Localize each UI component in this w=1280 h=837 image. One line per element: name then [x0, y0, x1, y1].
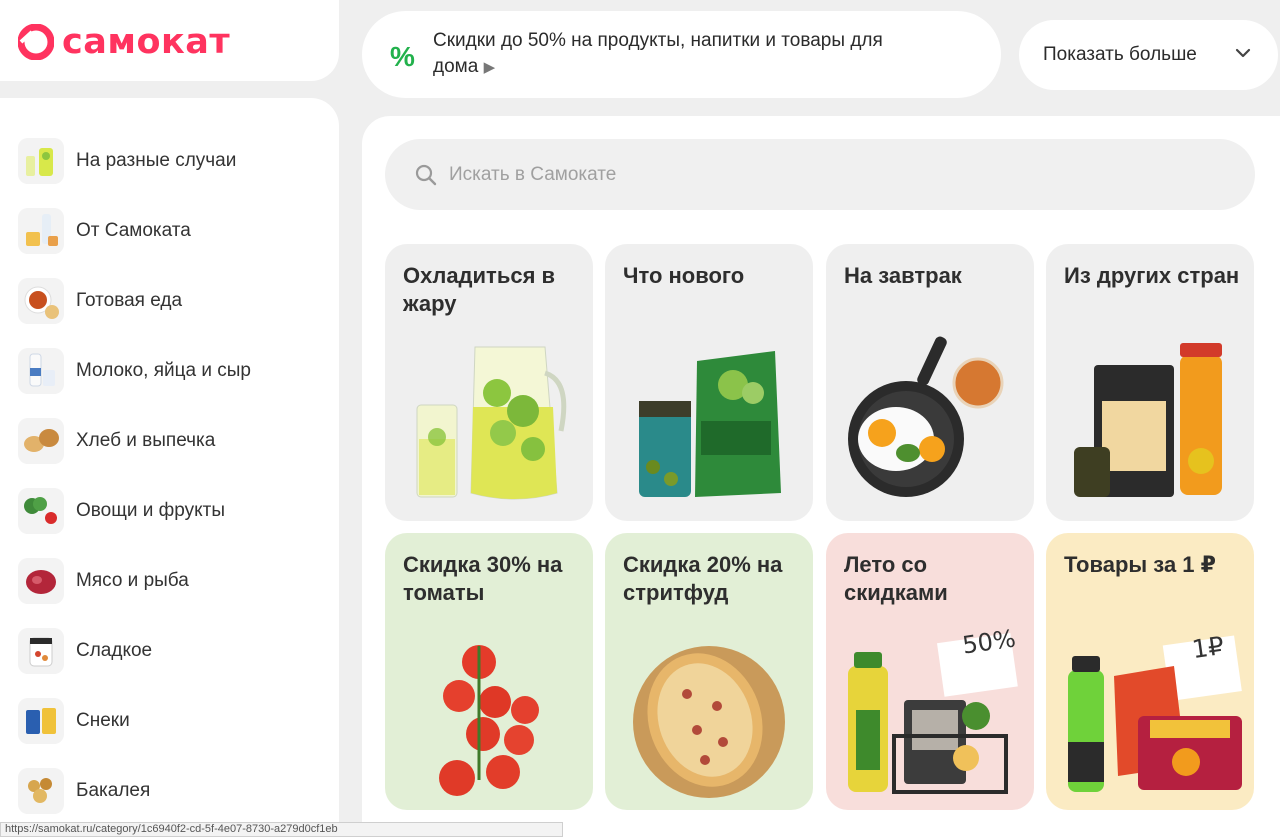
sidebar-item-label: На разные случаи [76, 150, 237, 171]
sidebar-item-label: Готовая еда [76, 290, 183, 311]
play-arrow-icon: ▶ [483, 59, 496, 76]
bread-icon [18, 418, 64, 464]
sidebar-item-grocery[interactable]: Бакалея [0, 756, 339, 826]
tile-title: Скидка 20% на стритфуд [623, 552, 783, 605]
search-icon [415, 164, 437, 185]
chevron-down-icon [1235, 48, 1251, 58]
new-products-image [639, 351, 781, 497]
tile-title: Лето со скидками [844, 552, 948, 605]
breakfast-pan-image [848, 336, 1004, 497]
main-panel: Охладиться в жару Что нового На [362, 116, 1280, 837]
percent-icon: % [390, 41, 415, 72]
samokat-logo[interactable]: самокат [18, 22, 230, 62]
tile-cool-down[interactable]: Охладиться в жару [385, 244, 593, 521]
pizza-image [633, 646, 785, 798]
status-bar-url: https://samokat.ru/category/1c6940f2-cd-… [0, 822, 563, 837]
sidebar-item-vegetables[interactable]: Овощи и фрукты [0, 476, 339, 546]
tile-title: Скидка 30% на томаты [403, 552, 563, 605]
soup-icon [18, 278, 64, 324]
milk-bottle-icon [18, 208, 64, 254]
sidebar-item-ready-food[interactable]: Готовая еда [0, 266, 339, 336]
show-more-label: Показать больше [1043, 44, 1197, 65]
sidebar-item-label: Хлеб и выпечка [76, 430, 216, 451]
tile-title: Товары за 1 ₽ [1064, 552, 1216, 577]
tile-title: Что нового [623, 263, 745, 288]
search-bar[interactable] [385, 139, 1255, 210]
sidebar-item-label: Мясо и рыба [76, 570, 189, 591]
tile-title: Охладиться в жару [403, 263, 556, 316]
lemonade-jug-image [416, 346, 567, 500]
promo-text: Скидки до 50% на продукты, напитки и тов… [433, 28, 933, 81]
meat-icon [18, 558, 64, 604]
broccoli-icon [18, 488, 64, 534]
brand-name: самокат [62, 22, 231, 62]
sidebar-item-meat[interactable]: Мясо и рыба [0, 546, 339, 616]
sidebar-item-occasions[interactable]: На разные случаи [0, 126, 339, 196]
tile-one-ruble[interactable]: Товары за 1 ₽ 1₽ [1046, 533, 1254, 810]
tile-tomatoes-discount[interactable]: Скидка 30% на томаты [385, 533, 593, 810]
samokat-logo-icon [18, 24, 54, 60]
imported-products-image [1074, 343, 1222, 497]
promo-text-label: Скидки до 50% на продукты, напитки и тов… [433, 30, 883, 77]
show-more-button[interactable]: Показать больше [1019, 20, 1278, 90]
search-input[interactable] [449, 163, 1149, 186]
tomatoes-image [439, 645, 539, 796]
sidebar-item-label: Снеки [76, 710, 130, 731]
sweets-icon [18, 628, 64, 674]
sidebar-item-dairy[interactable]: Молоко, яйца и сыр [0, 336, 339, 406]
promo-banner[interactable]: % Скидки до 50% на продукты, напитки и т… [362, 11, 1001, 98]
sidebar-item-from-samokat[interactable]: От Самоката [0, 196, 339, 266]
sidebar-item-snacks[interactable]: Снеки [0, 686, 339, 756]
sidebar-item-label: Молоко, яйца и сыр [76, 360, 251, 381]
tile-title: На завтрак [844, 263, 962, 288]
logo-panel: самокат [0, 0, 339, 81]
sidebar-item-label: Овощи и фрукты [76, 500, 226, 521]
category-sidebar: На разные случаи От Самоката Готовая еда… [0, 98, 339, 837]
tile-other-countries[interactable]: Из других стран [1046, 244, 1254, 521]
snacks-icon [18, 698, 64, 744]
tile-breakfast[interactable]: На завтрак [826, 244, 1034, 521]
tile-whats-new[interactable]: Что нового [605, 244, 813, 521]
tile-title: Из других стран [1064, 263, 1240, 288]
grocery-icon [18, 768, 64, 814]
sidebar-item-sweets[interactable]: Сладкое [0, 616, 339, 686]
milk-icon [18, 348, 64, 394]
sidebar-item-label: Сладкое [76, 640, 153, 661]
sidebar-item-label: От Самоката [76, 220, 191, 241]
tile-streetfood-discount[interactable]: Скидка 20% на стритфуд [605, 533, 813, 810]
sidebar-item-label: Бакалея [76, 780, 151, 801]
tile-summer-sale[interactable]: Лето со скидками 50% [826, 533, 1034, 810]
drinks-icon [18, 138, 64, 184]
sidebar-item-bread[interactable]: Хлеб и выпечка [0, 406, 339, 476]
